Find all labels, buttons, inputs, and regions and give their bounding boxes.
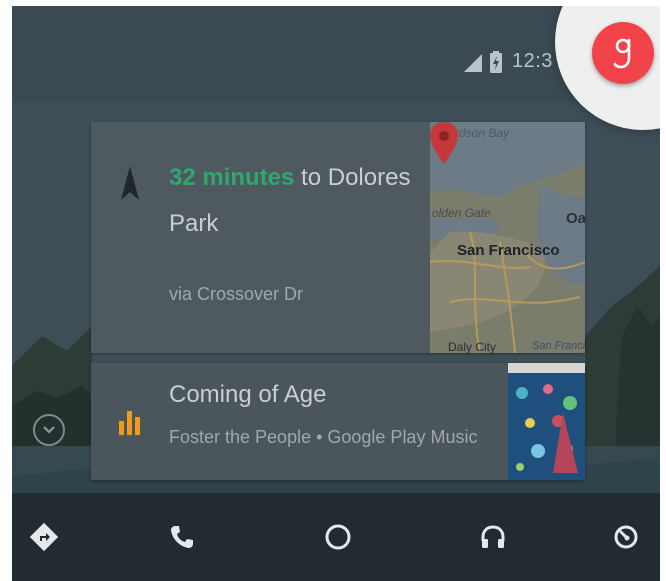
map-thumbnail[interactable]: ichardson Bay olden Gate Oa San Francisc… [430, 122, 585, 353]
phone-button[interactable] [160, 515, 204, 559]
map-label: Daly City [448, 340, 497, 353]
map-label: olden Gate [432, 206, 491, 220]
bottom-navigation-bar [12, 493, 660, 581]
eta-time: 32 minutes [169, 164, 295, 191]
map-label: Oa [566, 210, 585, 227]
status-clock: 12:3 [512, 50, 553, 72]
google-g-icon [613, 38, 631, 69]
eta-text: 32 minutes to Dolores [169, 162, 410, 194]
signal-icon [464, 54, 482, 72]
navigation-button[interactable] [22, 515, 66, 559]
audio-button[interactable] [471, 515, 515, 559]
destination-name-continued: Park [169, 210, 219, 237]
directions-icon [29, 522, 59, 552]
track-title: Coming of Age [169, 381, 327, 408]
music-card[interactable]: Coming of Age Foster the People • Google… [91, 363, 585, 480]
battery-charging-icon [490, 51, 502, 73]
chevron-down-icon [43, 426, 55, 434]
map-pin-icon [430, 122, 458, 164]
track-artist: Foster the People • Google Play Music [169, 427, 478, 447]
android-auto-screen: 12:3 32 minutes to Dolores Park via Cros… [12, 6, 660, 581]
navigation-arrow-icon [121, 166, 139, 200]
voice-search-button[interactable] [592, 22, 654, 84]
album-art [508, 363, 585, 480]
map-label: San Francisco [457, 242, 560, 259]
expand-button[interactable] [33, 414, 65, 446]
home-button[interactable] [316, 515, 360, 559]
home-circle-icon [325, 524, 351, 550]
equalizer-bars-icon [119, 411, 140, 435]
exit-button[interactable] [604, 515, 648, 559]
exit-icon [614, 525, 638, 549]
navigation-card-details[interactable]: 32 minutes to Dolores Park via Crossover… [91, 122, 430, 353]
headphones-icon [481, 525, 505, 548]
phone-icon [171, 526, 193, 548]
route-via: via Crossover Dr [169, 284, 304, 304]
destination-name: to Dolores [294, 164, 411, 191]
navigation-card[interactable]: 32 minutes to Dolores Park via Crossover… [91, 122, 585, 353]
map-label: San Francis [532, 340, 585, 352]
